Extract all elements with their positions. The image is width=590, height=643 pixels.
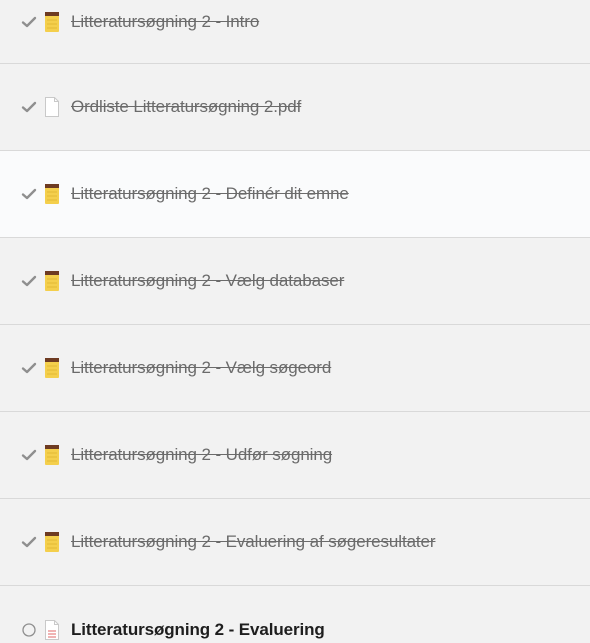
lesson-title: Litteratursøgning 2 - Intro	[71, 11, 260, 31]
pdf-file-icon	[45, 97, 59, 117]
lesson-title: Litteratursøgning 2 - Udfør søgning	[71, 445, 333, 464]
lesson-item-intro[interactable]: Litteratursøgning 2 - Intro	[0, 0, 590, 64]
lesson-title: Litteratursøgning 2 - Evaluering	[71, 619, 325, 639]
empty-circle-icon	[21, 622, 37, 638]
lesson-item-evaluering[interactable]: Litteratursøgning 2 - Evaluering	[0, 586, 590, 643]
lesson-item-definer-emne[interactable]: Litteratursøgning 2 - Definér dit emne	[0, 151, 590, 238]
checkmark-icon	[21, 99, 37, 115]
notebook-icon	[45, 445, 59, 465]
lesson-title: Litteratursøgning 2 - Evaluering af søge…	[71, 532, 436, 551]
lesson-item-ordliste[interactable]: Ordliste Litteratursøgning 2.pdf	[0, 64, 590, 151]
lesson-title: Litteratursøgning 2 - Definér dit emne	[71, 184, 349, 203]
checkmark-icon	[21, 14, 37, 30]
notebook-icon	[45, 184, 59, 204]
lesson-list: Litteratursøgning 2 - Intro Ordliste Lit…	[0, 0, 590, 643]
lesson-item-udfoer-soegning[interactable]: Litteratursøgning 2 - Udfør søgning	[0, 412, 590, 499]
lesson-title: Litteratursøgning 2 - Vælg databaser	[71, 271, 345, 290]
checkmark-icon	[21, 273, 37, 289]
checkmark-icon	[21, 360, 37, 376]
notebook-icon	[45, 11, 59, 32]
checkmark-icon	[21, 447, 37, 463]
checkmark-icon	[21, 186, 37, 202]
lesson-item-evaluering-soegeresultater[interactable]: Litteratursøgning 2 - Evaluering af søge…	[0, 499, 590, 586]
checkmark-icon	[21, 534, 37, 550]
notebook-icon	[45, 271, 59, 291]
quiz-file-icon	[45, 619, 59, 640]
lesson-title: Ordliste Litteratursøgning 2.pdf	[71, 97, 302, 116]
lesson-title: Litteratursøgning 2 - Vælg søgeord	[71, 358, 332, 377]
lesson-item-vaelg-soegeord[interactable]: Litteratursøgning 2 - Vælg søgeord	[0, 325, 590, 412]
notebook-icon	[45, 358, 59, 378]
notebook-icon	[45, 532, 59, 552]
lesson-item-vaelg-databaser[interactable]: Litteratursøgning 2 - Vælg databaser	[0, 238, 590, 325]
